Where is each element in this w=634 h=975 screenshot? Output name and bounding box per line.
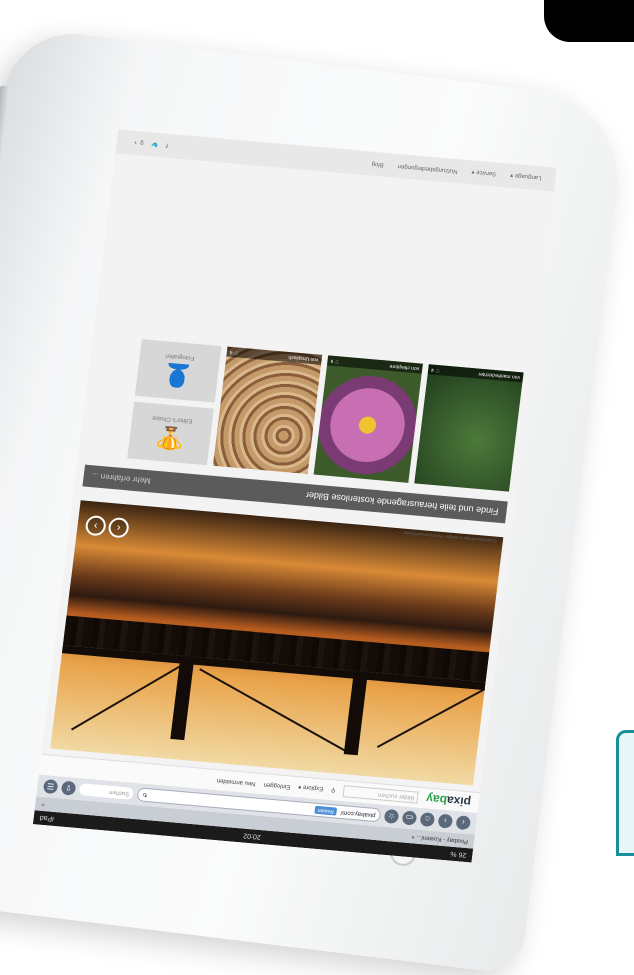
- browser-search-field[interactable]: Suchen: [78, 783, 135, 800]
- hero-caption: Suspension bridge at twilight - PublicDo…: [403, 530, 498, 544]
- footer-link-terms[interactable]: Nutzungsbedingungen: [397, 163, 458, 174]
- thumbnail-author: von Unsplash: [288, 353, 319, 363]
- browser-tab[interactable]: Pixabay - Kostenl... ×: [411, 833, 468, 844]
- footer-link-blog[interactable]: Blog: [371, 161, 384, 168]
- pixabay-logo[interactable]: pixabay: [425, 791, 471, 809]
- search-icon[interactable]: ⚲: [331, 787, 336, 794]
- social-icons[interactable]: f 🐦 g+: [130, 139, 168, 149]
- thumbnail-caption: von cfexplore ♡ 6: [326, 355, 423, 374]
- corner-black-shape: [544, 0, 634, 42]
- site-footer: Language ▾ Service ▾ Nutzungsbedingungen…: [115, 129, 557, 192]
- thumbnail-caption: von Unsplash ♡ 4: [226, 346, 323, 365]
- corner-teal-card: [616, 730, 634, 856]
- status-left: 26 %: [450, 850, 467, 859]
- banner-headline: Finde und teile herausragende kostenlose…: [305, 489, 500, 517]
- nav-link-register[interactable]: Neu anmelden: [216, 777, 256, 786]
- home-icon[interactable]: ⌂: [419, 812, 436, 828]
- footer-link-service[interactable]: Service ▾: [471, 169, 496, 178]
- tablet-side-edge: [0, 84, 11, 841]
- editors-choice-label: Editor's Choice: [151, 414, 193, 424]
- hero-image-bridge: ‹ › Suspension bridge at twilight - Publ…: [50, 500, 504, 786]
- slider-next-icon[interactable]: ›: [84, 514, 107, 537]
- status-right: iPad: [39, 814, 55, 823]
- nav-link-login[interactable]: Einloggen: [263, 781, 290, 789]
- reader-badge[interactable]: Reader: [313, 805, 338, 816]
- logo-main: pixa: [446, 793, 472, 810]
- slider-controls: ‹ ›: [84, 514, 130, 539]
- thumbnail-caption: von manfredrichter ♡ 4: [427, 364, 524, 383]
- bookmark-star-icon[interactable]: ☆: [383, 808, 400, 824]
- photographers-label: Fotografen: [165, 352, 195, 361]
- footer-link-language[interactable]: Language ▾: [510, 172, 542, 182]
- city-skyline: [62, 615, 490, 683]
- reload-icon[interactable]: ↻: [142, 791, 148, 798]
- slider-prev-icon[interactable]: ‹: [107, 516, 130, 539]
- thumbnail-flower[interactable]: von cfexplore ♡ 6: [313, 355, 423, 483]
- trophy-icon: 🏆: [154, 424, 186, 452]
- bridge-tower: [343, 670, 368, 756]
- tablet-device: 26 % 20:02 iPad Pixabay - Kostenl... × +…: [0, 26, 628, 975]
- status-time: 20:02: [242, 832, 262, 841]
- site-search-input[interactable]: Bilder suchen: [342, 785, 420, 804]
- site-search-placeholder: Bilder suchen: [377, 791, 415, 801]
- nav-link-explore[interactable]: Explore ▾: [298, 784, 324, 793]
- new-tab-button[interactable]: +: [41, 801, 45, 807]
- thumbnail-likes: ♡ 6: [330, 357, 340, 365]
- editors-choice-tile[interactable]: 🏆 Editor's Choice: [127, 401, 214, 466]
- browser-search-placeholder: Suchen: [108, 788, 130, 797]
- menu-icon[interactable]: ☰: [42, 779, 59, 795]
- photographers-tile[interactable]: 👤 Fotografen: [134, 339, 222, 403]
- thumbnail-author: von manfredrichter: [478, 370, 521, 381]
- logo-accent: bay: [425, 791, 448, 808]
- feature-tiles: 🏆 Editor's Choice 👤 Fotografen: [127, 339, 222, 466]
- bridge-cable: [199, 668, 347, 753]
- thumbnail-author: von cfexplore: [389, 362, 420, 372]
- tabs-icon[interactable]: ▭: [401, 810, 418, 826]
- thumbnail-likes: ♡ 4: [430, 366, 441, 374]
- bridge-cable: [376, 688, 486, 748]
- bridge-cable: [71, 662, 187, 731]
- user-icon: 👤: [162, 362, 193, 390]
- share-icon[interactable]: ⇪: [60, 780, 77, 796]
- learn-more-link[interactable]: Mehr erfahren ...: [91, 472, 151, 486]
- forward-icon[interactable]: ›: [437, 813, 454, 829]
- thumbnail-pine[interactable]: von manfredrichter ♡ 4: [414, 364, 524, 492]
- image-gallery: von manfredrichter ♡ 4 von cfexplore ♡ 6…: [86, 336, 524, 492]
- thumbnail-likes: ♡ 4: [229, 348, 239, 356]
- back-icon[interactable]: ‹: [455, 815, 472, 831]
- thumbnail-shells[interactable]: von Unsplash ♡ 4: [212, 346, 323, 475]
- url-text: pixabay.com/: [340, 809, 376, 819]
- tablet-screen: 26 % 20:02 iPad Pixabay - Kostenl... × +…: [32, 129, 557, 863]
